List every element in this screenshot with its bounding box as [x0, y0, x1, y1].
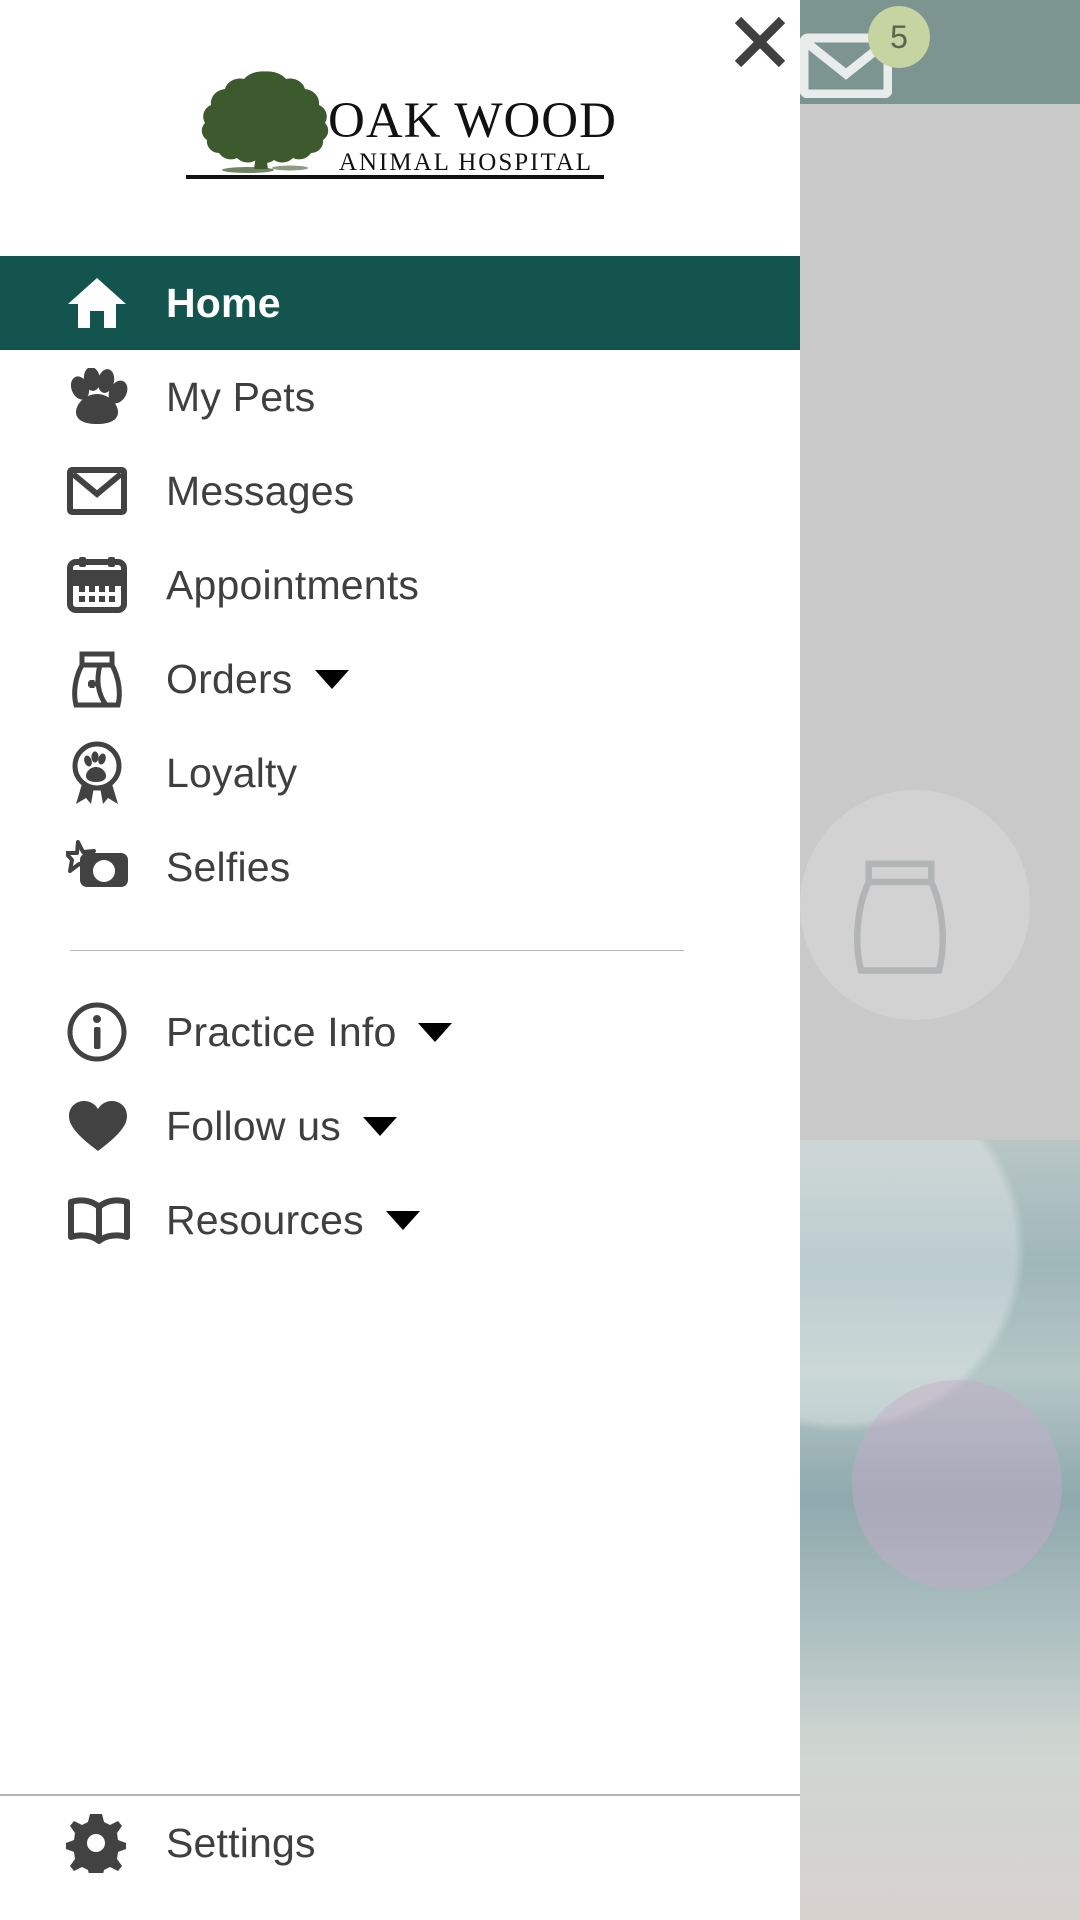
calendar-icon — [66, 556, 166, 614]
sidebar-item-label: Practice Info — [166, 1008, 397, 1055]
brand-name-secondary: ANIMAL HOSPITAL — [338, 149, 594, 176]
sidebar-item-label: Messages — [166, 467, 355, 514]
sidebar-item-appointments[interactable]: Appointments — [0, 538, 800, 632]
drawer-scrim[interactable] — [800, 0, 1080, 1920]
sidebar-item-follow-us[interactable]: Follow us — [0, 1079, 800, 1173]
brand-underline — [186, 175, 604, 179]
sidebar-item-settings[interactable]: Settings — [0, 1796, 800, 1890]
sidebar-item-selfies[interactable]: Selfies — [0, 820, 800, 914]
navigation-drawer: OAK WOOD ANIMAL HOSPITAL Home My Pets Me… — [0, 0, 800, 1920]
sidebar-item-label: Resources — [166, 1196, 364, 1243]
sidebar-item-label: Appointments — [166, 561, 420, 608]
chevron-down-icon[interactable] — [362, 1116, 397, 1136]
sidebar-item-home[interactable]: Home — [0, 256, 800, 350]
sidebar-item-resources[interactable]: Resources — [0, 1173, 800, 1267]
secondary-navigation-list: Practice Info Follow us Resources — [0, 985, 800, 1267]
sidebar-item-label: Settings — [166, 1819, 316, 1866]
oak-tree-icon — [201, 71, 329, 173]
sidebar-item-orders[interactable]: Orders — [0, 632, 800, 726]
sidebar-item-label: My Pets — [166, 373, 316, 420]
paw-icon — [66, 368, 166, 426]
chevron-down-icon[interactable] — [385, 1210, 420, 1230]
sidebar-item-messages[interactable]: Messages — [0, 444, 800, 538]
sidebar-item-label: Follow us — [166, 1102, 341, 1149]
nav-section-divider — [70, 950, 684, 951]
close-drawer-button[interactable] — [718, 0, 802, 84]
info-circle-icon — [66, 1001, 166, 1063]
gear-icon — [66, 1813, 166, 1873]
sidebar-item-label: Home — [166, 279, 281, 326]
envelope-icon — [66, 466, 166, 516]
sidebar-item-label: Selfies — [166, 843, 291, 890]
heart-icon — [66, 1098, 166, 1154]
sidebar-item-my-pets[interactable]: My Pets — [0, 350, 800, 444]
brand-name-primary: OAK WOOD — [328, 93, 617, 149]
camera-star-icon — [66, 839, 166, 895]
food-bag-icon — [66, 648, 166, 710]
award-paw-icon — [66, 740, 166, 806]
sidebar-item-label: Loyalty — [166, 749, 298, 796]
chevron-down-icon[interactable] — [314, 669, 349, 689]
brand-wordmark: OAK WOOD ANIMAL HOSPITAL — [328, 93, 617, 178]
close-icon — [734, 16, 786, 68]
sidebar-item-practice-info[interactable]: Practice Info — [0, 985, 800, 1079]
chevron-down-icon[interactable] — [418, 1022, 453, 1042]
brand-logo: OAK WOOD ANIMAL HOSPITAL — [186, 64, 617, 184]
home-icon — [66, 275, 166, 331]
footer-navigation-list: Settings — [0, 1796, 800, 1920]
book-icon — [66, 1194, 166, 1246]
sidebar-item-loyalty[interactable]: Loyalty — [0, 726, 800, 820]
drawer-brand-header: OAK WOOD ANIMAL HOSPITAL — [0, 0, 800, 256]
primary-navigation-list: Home My Pets Messages Appointments Order… — [0, 256, 800, 914]
sidebar-item-label: Orders — [166, 655, 293, 702]
